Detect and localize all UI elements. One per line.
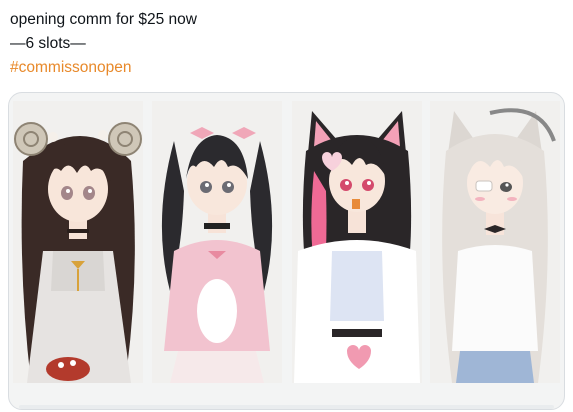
- media-grid[interactable]: [8, 92, 565, 410]
- artwork-image-3[interactable]: [292, 101, 422, 383]
- media-bottom-bar: [19, 405, 554, 409]
- artwork-image-1[interactable]: [13, 101, 143, 383]
- tweet-line-2: —6 slots—: [10, 35, 86, 52]
- tweet-line-1: opening comm for $25 now: [10, 11, 197, 28]
- artwork-image-2[interactable]: [152, 101, 282, 383]
- tweet-text: opening comm for $25 now —6 slots— #comm…: [10, 8, 197, 80]
- artwork-image-4[interactable]: [430, 101, 560, 383]
- hashtag-link[interactable]: #commissonopen: [10, 56, 197, 80]
